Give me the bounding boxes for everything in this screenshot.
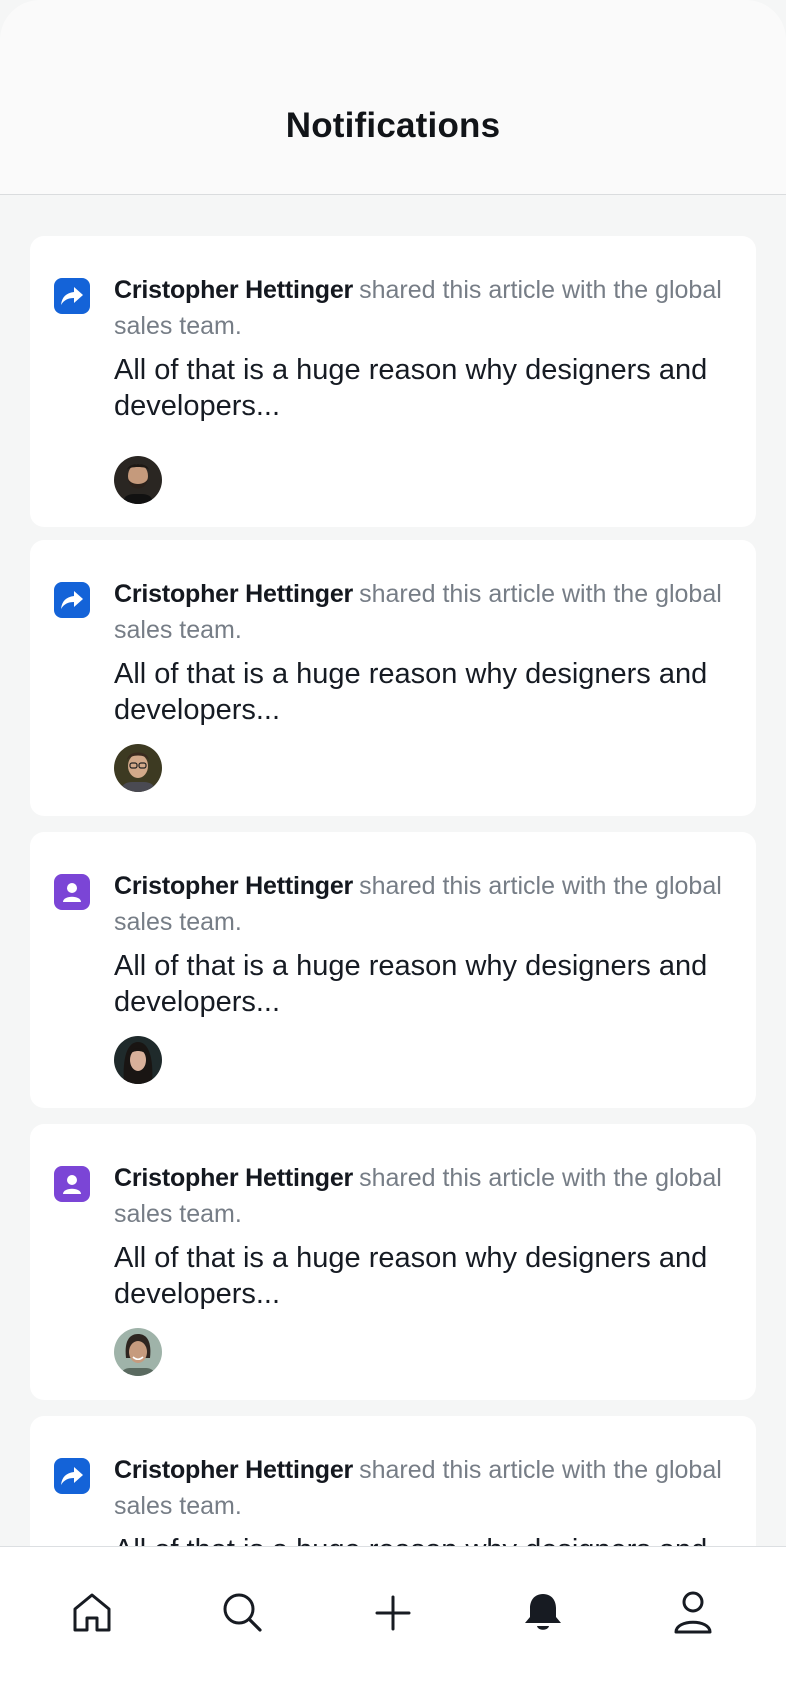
- notification-card[interactable]: Cristopher Hettinger shared this article …: [30, 832, 756, 1108]
- avatar[interactable]: [114, 1328, 162, 1376]
- notification-card[interactable]: Cristopher Hettinger shared this article …: [30, 540, 756, 816]
- tab-notifications[interactable]: [518, 1587, 568, 1637]
- tab-search[interactable]: [217, 1587, 267, 1637]
- notification-card[interactable]: Cristopher Hettinger shared this article …: [30, 236, 756, 527]
- author-name[interactable]: Cristopher Hettinger: [114, 1456, 353, 1484]
- bottom-tab-bar: [0, 1546, 786, 1704]
- header: Notifications: [0, 0, 786, 195]
- notifications-screen: Notifications Cristopher Hettinger shared…: [0, 0, 786, 1704]
- user-icon: [674, 1591, 712, 1634]
- article-excerpt[interactable]: All of that is a huge reason why designe…: [114, 352, 734, 424]
- article-excerpt[interactable]: All of that is a huge reason why designe…: [114, 1240, 734, 1312]
- article-excerpt[interactable]: All of that is a huge reason why designe…: [114, 656, 734, 728]
- avatar[interactable]: [114, 456, 162, 504]
- notification-card[interactable]: Cristopher Hettinger shared this article …: [30, 1416, 756, 1546]
- user-badge-icon: [54, 874, 90, 910]
- plus-icon: [375, 1595, 411, 1631]
- home-icon: [73, 1593, 111, 1632]
- tab-create[interactable]: [368, 1587, 418, 1637]
- avatar[interactable]: [114, 744, 162, 792]
- share-badge-icon: [54, 1458, 90, 1494]
- user-badge-icon: [54, 1166, 90, 1202]
- search-icon: [223, 1593, 262, 1632]
- notification-card[interactable]: Cristopher Hettinger shared this article …: [30, 1124, 756, 1400]
- bell-icon: [525, 1594, 561, 1630]
- share-badge-icon: [54, 278, 90, 314]
- tab-home[interactable]: [67, 1587, 117, 1637]
- author-name[interactable]: Cristopher Hettinger: [114, 872, 353, 900]
- author-name[interactable]: Cristopher Hettinger: [114, 276, 353, 304]
- author-name[interactable]: Cristopher Hettinger: [114, 580, 353, 608]
- tab-profile[interactable]: [668, 1587, 718, 1637]
- page-title: Notifications: [285, 106, 501, 145]
- article-excerpt[interactable]: All of that is a huge reason why designe…: [114, 948, 734, 1020]
- notification-feed[interactable]: Cristopher Hettinger shared this article …: [0, 196, 786, 1546]
- author-name[interactable]: Cristopher Hettinger: [114, 1164, 353, 1192]
- avatar[interactable]: [114, 1036, 162, 1084]
- article-excerpt[interactable]: All of that is a huge reason why designe…: [114, 1532, 734, 1546]
- share-badge-icon: [54, 582, 90, 618]
